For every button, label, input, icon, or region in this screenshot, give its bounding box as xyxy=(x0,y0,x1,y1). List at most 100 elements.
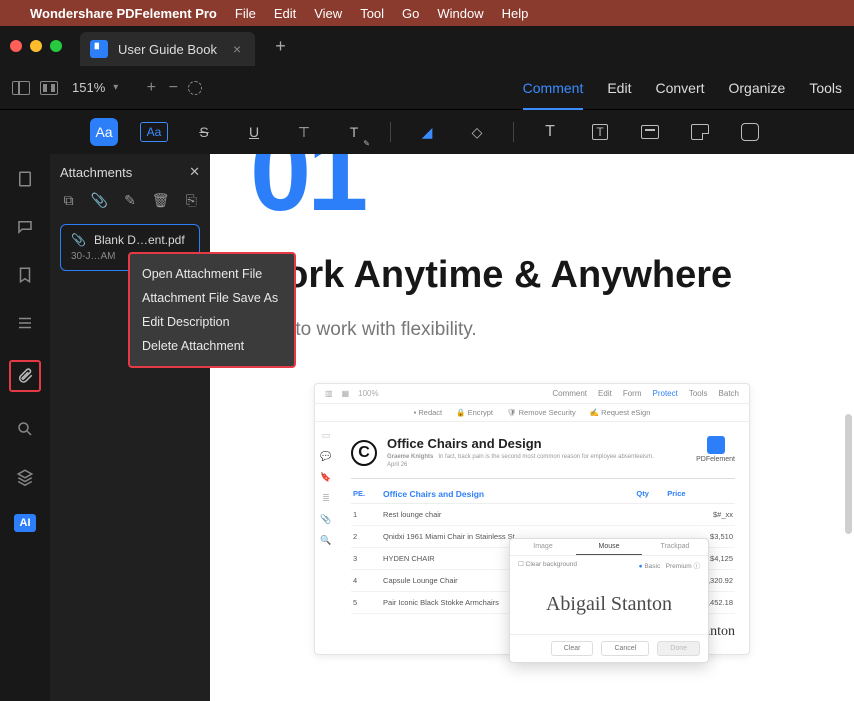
panel-close-icon[interactable]: ✕ xyxy=(189,164,200,180)
tab-convert[interactable]: Convert xyxy=(655,80,704,96)
tab-edit[interactable]: Edit xyxy=(607,80,631,96)
embed-rail-icon: 📎 xyxy=(320,514,331,525)
link-attachment-icon[interactable]: 📎 xyxy=(91,192,107,208)
tab-organize[interactable]: Organize xyxy=(729,80,786,96)
ai-icon[interactable]: AI xyxy=(14,514,36,532)
sig-tab-active: Mouse xyxy=(576,539,642,555)
menu-go[interactable]: Go xyxy=(402,6,419,21)
new-tab-button[interactable]: + xyxy=(275,36,286,57)
context-save-as[interactable]: Attachment File Save As xyxy=(130,286,294,310)
highlighter-pen-icon[interactable]: ◢ xyxy=(413,118,441,146)
zoom-control: 151% ▾ + − xyxy=(72,79,202,97)
dialog-done-button: Done xyxy=(657,641,700,656)
area-highlight-icon[interactable]: Aa xyxy=(140,122,168,142)
menu-edit[interactable]: Edit xyxy=(274,6,296,21)
sidebar-toggle-icon[interactable] xyxy=(12,81,30,95)
document-tab[interactable]: ▘ User Guide Book × xyxy=(80,32,255,66)
page-heading: Work Anytime & Anywhere xyxy=(250,254,814,297)
zoom-value[interactable]: 151% xyxy=(72,80,105,95)
mode-tabs: Comment Edit Convert Organize Tools xyxy=(523,80,842,96)
chapter-number: 01 xyxy=(250,154,814,228)
eraser-icon[interactable]: ◇ xyxy=(463,118,491,146)
comment-toolrow: Aa Aa S U ⊤ T✎ ◢ ◇ T T xyxy=(0,110,854,154)
attachments-panel: Attachments ✕ ⧉ 📎 ✎ 🗑 ⎘ 📎 Blank D…ent.pd… xyxy=(50,154,210,701)
comments-icon[interactable] xyxy=(14,216,36,238)
menu-help[interactable]: Help xyxy=(502,6,529,21)
menu-window[interactable]: Window xyxy=(437,6,483,21)
zoom-out-button[interactable]: − xyxy=(166,79,180,97)
menu-file[interactable]: File xyxy=(235,6,256,21)
panel-title: Attachments xyxy=(60,165,132,180)
app-name[interactable]: Wondershare PDFelement Pro xyxy=(30,6,217,21)
thumbnail-view-icon[interactable] xyxy=(40,81,58,95)
brand-icon xyxy=(707,436,725,454)
pdf-icon: ▘ xyxy=(90,40,108,58)
window-zoom[interactable] xyxy=(50,40,62,52)
dialog-cancel-button: Cancel xyxy=(601,641,649,656)
tab-title: User Guide Book xyxy=(118,42,217,57)
thumbnails-icon[interactable] xyxy=(14,168,36,190)
signature-dialog: Image Mouse Trackpad ☐ Clear background … xyxy=(509,538,709,663)
paperclip-icon: 📎 xyxy=(71,233,86,247)
bookmarks-icon[interactable] xyxy=(14,264,36,286)
main-toolbar: 151% ▾ + − Comment Edit Convert Organize… xyxy=(0,66,854,110)
callout-icon[interactable] xyxy=(636,118,664,146)
attachment-name: Blank D…ent.pdf xyxy=(94,233,185,247)
embed-zoom: 100% xyxy=(358,389,378,398)
embed-sec: Remove Security xyxy=(519,408,576,417)
panel-action-icons: ⧉ 📎 ✎ 🗑 ⎘ xyxy=(60,192,200,208)
embed-brand: PDFelement xyxy=(696,436,735,463)
context-open[interactable]: Open Attachment File xyxy=(130,262,294,286)
context-edit-desc[interactable]: Edit Description xyxy=(130,310,294,334)
layers-icon[interactable] xyxy=(14,466,36,488)
save-attachment-icon[interactable]: ⎘ xyxy=(185,192,198,208)
edit-attachment-icon[interactable]: ✎ xyxy=(123,192,136,208)
scrollbar[interactable] xyxy=(845,414,852,534)
mac-menubar: Wondershare PDFelement Pro File Edit Vie… xyxy=(0,0,854,26)
delete-attachment-icon[interactable]: 🗑 xyxy=(153,192,169,208)
outline-icon[interactable] xyxy=(14,312,36,334)
underline-icon[interactable]: U xyxy=(240,118,268,146)
strikethrough-icon[interactable]: S xyxy=(190,118,218,146)
replace-text-icon[interactable]: T✎ xyxy=(340,118,368,146)
sig-tab: Trackpad xyxy=(642,539,708,555)
highlight-text-icon[interactable]: Aa xyxy=(90,118,118,146)
embed-tab: Form xyxy=(623,389,642,398)
text-tool-icon[interactable]: T xyxy=(536,118,564,146)
tab-close-icon[interactable]: × xyxy=(233,41,241,57)
window-minimize[interactable] xyxy=(30,40,42,52)
embed-sidebar-icon: ▥ xyxy=(325,389,333,398)
attachment-context-menu: Open Attachment File Attachment File Sav… xyxy=(128,252,296,368)
embedded-screenshot: ▥ ▦ 100% Comment Edit Form Protect Tools… xyxy=(314,383,750,655)
text-box-icon[interactable]: T xyxy=(586,118,614,146)
embed-sec: Encrypt xyxy=(468,408,493,417)
document-page: 01 Work Anytime & Anywhere Start to work… xyxy=(210,154,854,655)
embed-rail-icon: 🔖 xyxy=(320,472,331,483)
context-delete[interactable]: Delete Attachment xyxy=(130,334,294,358)
view-mode-group xyxy=(12,81,58,95)
sticky-note-icon[interactable] xyxy=(686,118,714,146)
zoom-in-button[interactable]: + xyxy=(144,79,158,97)
embed-tab: Tools xyxy=(689,389,708,398)
menu-view[interactable]: View xyxy=(314,6,342,21)
zoom-dropdown-icon[interactable]: ▾ xyxy=(113,82,118,93)
embed-logo: C xyxy=(351,440,377,466)
search-icon[interactable] xyxy=(14,418,36,440)
embed-tab: Edit xyxy=(598,389,612,398)
document-viewport[interactable]: 01 Work Anytime & Anywhere Start to work… xyxy=(210,154,854,701)
traffic-lights xyxy=(10,40,62,52)
embed-title: Office Chairs and Design xyxy=(387,436,654,451)
shape-tool-icon[interactable] xyxy=(736,118,764,146)
window-close[interactable] xyxy=(10,40,22,52)
sig-tab: Image xyxy=(510,539,576,555)
fit-page-icon[interactable] xyxy=(188,81,202,95)
add-attachment-icon[interactable]: ⧉ xyxy=(62,192,75,208)
tab-comment[interactable]: Comment xyxy=(523,80,584,96)
insert-text-icon[interactable]: ⊤ xyxy=(290,118,318,146)
embed-rail-icon: ▭ xyxy=(322,430,331,441)
menu-tool[interactable]: Tool xyxy=(360,6,384,21)
dialog-signature: Abigail Stanton xyxy=(546,593,672,616)
toolbar-divider xyxy=(390,122,391,142)
tab-tools[interactable]: Tools xyxy=(809,80,842,96)
attachments-icon[interactable] xyxy=(9,360,41,392)
